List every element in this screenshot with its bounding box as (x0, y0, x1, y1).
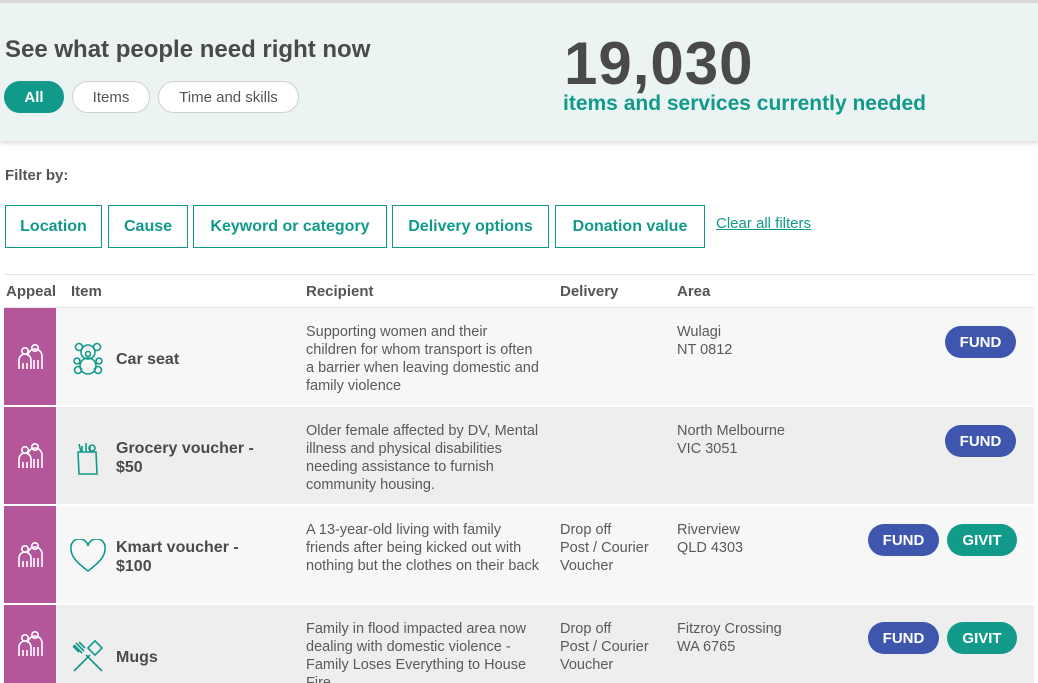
fund-button[interactable]: FUND (945, 425, 1016, 457)
family-icon (18, 630, 43, 656)
table-row[interactable]: Mugs Family in flood impacted area now d… (4, 605, 1034, 683)
header-appeal: Appeal (6, 283, 57, 300)
delivery-options: Drop off Post / Courier Voucher (560, 522, 649, 574)
filter-label: Filter by: (5, 167, 69, 184)
teddy-bear-icon (73, 342, 103, 375)
givit-button[interactable]: GIVIT (947, 524, 1017, 556)
fund-button[interactable]: FUND (945, 326, 1016, 358)
needs-count-caption: items and services currently needed (563, 92, 926, 115)
appeal-marker (4, 308, 56, 405)
filter-location-button[interactable]: Location (5, 205, 102, 248)
fund-button[interactable]: FUND (868, 622, 939, 654)
appeal-marker (4, 605, 56, 683)
tab-time-and-skills[interactable]: Time and skills (158, 81, 299, 113)
recipient-description: A 13-year-old living with family friends… (306, 522, 539, 574)
area: Wulagi NT 0812 (677, 324, 733, 358)
page-title: See what people need right now (5, 36, 371, 63)
hero-banner: See what people need right now All Items… (0, 0, 1038, 141)
table-header: Appeal Item Recipient Delivery Area (4, 274, 1034, 308)
recipient-description: Older female affected by DV, Mental illn… (306, 423, 539, 493)
item-name[interactable]: Grocery voucher - $50 (116, 439, 266, 477)
filter-delivery-button[interactable]: Delivery options (392, 205, 549, 248)
givit-button[interactable]: GIVIT (947, 622, 1017, 654)
recipient-description: Supporting women and their children for … (306, 324, 539, 394)
area: Fitzroy Crossing WA 6765 (677, 621, 782, 655)
kitchen-utensils-icon (72, 639, 104, 672)
filter-donation-value-button[interactable]: Donation value (555, 205, 705, 248)
needs-count: 19,030 (564, 30, 754, 97)
header-delivery: Delivery (560, 283, 619, 300)
filter-cause-button[interactable]: Cause (108, 205, 188, 248)
table-row[interactable]: Grocery voucher - $50 Older female affect… (4, 407, 1034, 505)
table-row[interactable]: Kmart voucher - $100 A 13-year-old living… (4, 506, 1034, 604)
item-name[interactable]: Kmart voucher - $100 (116, 538, 266, 576)
header-area: Area (677, 283, 711, 300)
item-name[interactable]: Mugs (116, 648, 266, 667)
filter-keyword-button[interactable]: Keyword or category (193, 205, 387, 248)
header-item: Item (71, 283, 102, 300)
appeal-marker (4, 407, 56, 504)
item-name[interactable]: Car seat (116, 350, 266, 369)
heart-icon (70, 539, 106, 573)
clear-filters-link[interactable]: Clear all filters (716, 215, 811, 232)
table-row[interactable]: Car seat Supporting women and their chil… (4, 308, 1034, 406)
recipient-description: Family in flood impacted area now dealin… (306, 621, 527, 683)
tab-items[interactable]: Items (72, 81, 150, 113)
tab-all[interactable]: All (4, 81, 64, 113)
fund-button[interactable]: FUND (868, 524, 939, 556)
header-recipient: Recipient (306, 283, 374, 300)
family-icon (18, 343, 43, 369)
family-icon (18, 541, 43, 567)
area: Riverview QLD 4303 (677, 522, 744, 556)
grocery-bag-icon (77, 443, 98, 475)
family-icon (18, 442, 43, 468)
delivery-options: Drop off Post / Courier Voucher (560, 621, 649, 673)
appeal-marker (4, 506, 56, 603)
area: North Melbourne VIC 3051 (677, 423, 785, 457)
